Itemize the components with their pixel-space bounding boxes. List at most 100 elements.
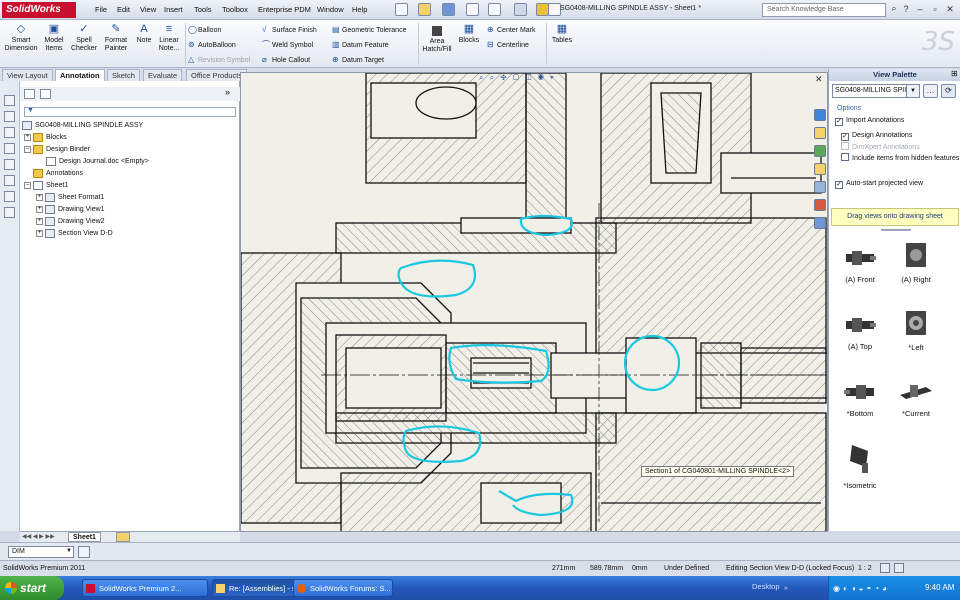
pin-icon[interactable]: ⊞ (951, 69, 958, 78)
undo-icon[interactable] (488, 3, 501, 16)
tree-item-blocks[interactable]: + Blocks (24, 132, 67, 143)
custom-properties-icon[interactable] (814, 217, 826, 229)
auto-start-checkbox[interactable]: ✓ Auto-start projected view (835, 179, 923, 189)
format-painter-button[interactable]: ✎ Format Painter (101, 23, 131, 53)
select-cursor-icon[interactable] (514, 3, 527, 16)
expand-icon[interactable]: + (36, 217, 43, 225)
tab-office-products[interactable]: Office Products (186, 69, 248, 81)
menu-help[interactable]: Help (352, 5, 367, 14)
tables-button[interactable]: ▦ Tables (550, 23, 574, 45)
sheet-tab[interactable]: Sheet1 (68, 532, 101, 542)
configuration-icon[interactable] (4, 127, 15, 138)
dimxpert-annotations-checkbox[interactable]: DimXpert Annotations (841, 142, 920, 152)
minimize-button[interactable]: – (914, 4, 926, 15)
tree-item-annotations[interactable]: Annotations (33, 168, 83, 179)
area-hatch-button[interactable]: Area Hatch/Fill (422, 26, 452, 54)
restore-button[interactable]: ▫ (929, 4, 941, 15)
chevron-down-icon[interactable]: ▼ (906, 84, 920, 98)
hole-callout-button[interactable]: ⌀ Hole Callout (262, 54, 310, 65)
property-manager-icon[interactable] (4, 111, 15, 122)
chevron-down-icon[interactable]: ▼ (66, 548, 72, 554)
status-scale[interactable]: 1 : 2 (858, 561, 872, 576)
section-view-drawing[interactable] (241, 73, 828, 532)
blocks-button[interactable]: ▦ Blocks (456, 23, 482, 45)
hidden-features-checkbox[interactable]: Include items from hidden features (841, 153, 959, 163)
weld-symbol-button[interactable]: ⌒ Weld Symbol (262, 39, 313, 50)
balloon-button[interactable]: ◯Balloon (188, 24, 221, 35)
print-icon[interactable] (466, 3, 479, 16)
menu-edit[interactable]: Edit (117, 5, 130, 14)
feature-tree-tab-icon[interactable] (24, 89, 35, 99)
palette-view-bottom[interactable]: *Bottom (835, 381, 885, 418)
tab-evaluate[interactable]: Evaluate (143, 69, 183, 81)
close-button[interactable]: ✕ (944, 4, 956, 15)
display-manager-icon[interactable] (4, 159, 15, 170)
tree-item-sheet-format1[interactable]: + Sheet Format1 (36, 192, 104, 203)
rebuild-status-icon[interactable] (880, 563, 890, 573)
sheet-nav-arrows-icon[interactable]: ◀◀ ◀ ▶ ▶▶ (22, 533, 55, 540)
collapse-icon[interactable]: – (24, 181, 31, 189)
taskbar-item-firefox[interactable]: SolidWorks Forums: S... (293, 579, 393, 597)
menu-enterprise-pdm[interactable]: Enterprise PDM (258, 5, 311, 14)
desktop-toolbar[interactable]: Desktop (752, 582, 780, 591)
tab-sketch[interactable]: Sketch (107, 69, 140, 81)
tray-icons[interactable]: ◉◐◑◒◓◔◕ (833, 584, 890, 593)
tree-item-drawing-view2[interactable]: + Drawing View2 (36, 216, 105, 227)
center-mark-button[interactable]: ⊕ Center Mark (487, 24, 536, 35)
design-annotations-checkbox[interactable]: ✓ Design Annotations (841, 131, 912, 141)
expand-icon[interactable]: + (24, 133, 31, 141)
tree-filter-input[interactable]: ▼ (24, 107, 236, 117)
layer-combo[interactable]: DIM (8, 546, 74, 558)
expand-icon[interactable]: + (36, 229, 43, 237)
tab-annotation[interactable]: Annotation (55, 69, 105, 81)
menu-file[interactable]: File (95, 5, 107, 14)
refresh-icon[interactable]: ⟳ (941, 84, 956, 98)
new-document-icon[interactable] (395, 3, 408, 16)
datum-feature-button[interactable]: ▥ Datum Feature (332, 39, 389, 50)
property-tab-icon[interactable] (40, 89, 51, 99)
chevron-right-icon[interactable]: » (784, 585, 788, 592)
collapse-icon[interactable]: – (24, 145, 31, 153)
add-sheet-icon[interactable] (116, 532, 130, 542)
splitter-handle[interactable] (881, 229, 911, 231)
feature-manager-icon[interactable] (4, 95, 15, 106)
tree-item-section-view[interactable]: + Section View D-D (36, 228, 113, 239)
file-explorer-icon[interactable] (814, 145, 826, 157)
menu-toolbox[interactable]: Toolbox (222, 5, 248, 14)
line-format-icon[interactable] (4, 191, 15, 202)
tree-item-design-binder[interactable]: – Design Binder (24, 144, 90, 155)
view-palette-icon[interactable] (814, 181, 826, 193)
spell-checker-button[interactable]: ✓ Spell Checker (70, 23, 98, 53)
tree-item-design-journal[interactable]: Design Journal.doc <Empty> (46, 156, 149, 167)
open-folder-icon[interactable] (418, 3, 431, 16)
layer-properties-icon[interactable] (78, 546, 90, 558)
heads-up-view-toolbar[interactable]: ⌕ ⌕ ✥ ▢ ◫ ◉ ▾ (479, 73, 567, 85)
expand-icon[interactable]: + (36, 193, 43, 201)
linear-note-button[interactable]: ≡ Linear Note... (156, 23, 182, 53)
search-results-icon[interactable] (814, 163, 826, 175)
search-icon[interactable]: ⌕ (888, 3, 900, 14)
menu-window[interactable]: Window (317, 5, 344, 14)
help-icon[interactable]: ? (900, 4, 912, 15)
menu-tools[interactable]: Tools (194, 5, 212, 14)
browse-button[interactable]: … (923, 84, 938, 98)
line-style-icon[interactable] (4, 207, 15, 218)
design-library-icon[interactable] (814, 127, 826, 139)
note-button[interactable]: A Note (134, 23, 154, 45)
tree-root[interactable]: SG0408-MILLING SPINDLE ASSY (22, 120, 143, 131)
menu-view[interactable]: View (140, 5, 156, 14)
dimxpert-icon[interactable] (4, 143, 15, 154)
centerline-button[interactable]: ⊟ Centerline (487, 39, 529, 50)
autoballoon-button[interactable]: ⊚ AutoBalloon (188, 39, 236, 50)
tree-item-drawing-view1[interactable]: + Drawing View1 (36, 204, 105, 215)
expand-icon[interactable]: + (36, 205, 43, 213)
appearances-icon[interactable] (814, 199, 826, 211)
revision-symbol-button[interactable]: △ Revision Symbol (188, 54, 250, 65)
drawing-sheet[interactable]: ⌕ ⌕ ✥ ▢ ◫ ◉ ▾ ✕ Section1 of CG040801-MIL… (240, 72, 828, 532)
layer-icon[interactable] (4, 175, 15, 186)
solidworks-resources-icon[interactable] (814, 109, 826, 121)
surface-finish-button[interactable]: √ Surface Finish (262, 24, 317, 35)
menu-insert[interactable]: Insert (164, 5, 183, 14)
geometric-tolerance-button[interactable]: ▤ Geometric Tolerance (332, 24, 406, 35)
tab-view-layout[interactable]: View Layout (2, 69, 53, 81)
